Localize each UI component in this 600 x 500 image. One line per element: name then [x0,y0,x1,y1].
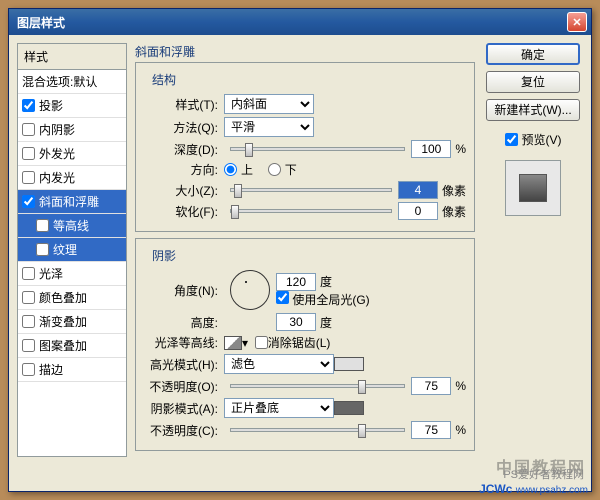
highlight-mode-label: 高光模式(H): [144,356,224,373]
angle-input[interactable] [276,273,316,291]
style-checkbox[interactable] [22,147,35,160]
watermark-sub: PS爱好者教程网 [503,466,584,482]
shadow-opacity-label: 不透明度(C): [144,422,224,439]
size-slider[interactable] [230,188,392,192]
size-label: 大小(Z): [144,182,224,199]
style-item-outerglow[interactable]: 外发光 [18,142,126,166]
gloss-contour-label: 光泽等高线: [144,334,224,351]
technique-select[interactable]: 平滑 [224,117,314,137]
style-checkbox[interactable] [36,219,49,232]
angle-label: 角度(N): [144,282,224,299]
style-select[interactable]: 内斜面 [224,94,314,114]
direction-down-radio[interactable] [268,163,281,176]
shadow-opacity-input[interactable] [411,421,451,439]
blend-options-row[interactable]: 混合选项:默认 [18,70,126,94]
soften-input[interactable] [398,202,438,220]
layer-style-dialog: 图层样式 ✕ 样式 混合选项:默认 投影 内阴影 外发光 内发光 斜面和浮雕 等… [8,8,592,492]
structure-group: 结构 样式(T):内斜面 方法(Q):平滑 深度(D):% 方向:上 下 大小(… [135,62,475,232]
styles-list: 样式 混合选项:默认 投影 内阴影 外发光 内发光 斜面和浮雕 等高线 纹理 光… [17,43,127,457]
highlight-color-swatch[interactable] [334,357,364,371]
size-input[interactable] [398,181,438,199]
altitude-input[interactable] [276,313,316,331]
shading-group: 阴影 角度(N):度 使用全局光(G) 高度:度 光泽等高线:▾ 消除锯齿(L)… [135,238,475,451]
style-checkbox[interactable] [36,243,49,256]
ok-button[interactable]: 确定 [486,43,580,65]
style-label: 样式(T): [144,96,224,113]
style-item-gradientoverlay[interactable]: 渐变叠加 [18,310,126,334]
highlight-mode-select[interactable]: 滤色 [224,354,334,374]
close-button[interactable]: ✕ [567,12,587,32]
style-item-innerglow[interactable]: 内发光 [18,166,126,190]
altitude-label: 高度: [144,314,224,331]
style-checkbox[interactable] [22,291,35,304]
direction-up-radio[interactable] [224,163,237,176]
technique-label: 方法(Q): [144,119,224,136]
titlebar[interactable]: 图层样式 ✕ [9,9,591,35]
style-checkbox[interactable] [22,99,35,112]
style-checkbox[interactable] [22,339,35,352]
watermark-logo: JCWc www.psahz.com [479,482,588,496]
style-checkbox[interactable] [22,195,35,208]
shading-label: 阴影 [152,247,466,264]
window-title: 图层样式 [13,14,567,31]
style-item-coloroverlay[interactable]: 颜色叠加 [18,286,126,310]
style-item-dropshadow[interactable]: 投影 [18,94,126,118]
new-style-button[interactable]: 新建样式(W)... [486,99,580,121]
style-checkbox[interactable] [22,315,35,328]
style-item-bevel[interactable]: 斜面和浮雕 [18,190,126,214]
antialias-checkbox[interactable] [255,336,268,349]
shadow-opacity-slider[interactable] [230,428,405,432]
reset-button[interactable]: 复位 [486,71,580,93]
soften-label: 软化(F): [144,203,224,220]
style-item-patternoverlay[interactable]: 图案叠加 [18,334,126,358]
styles-header[interactable]: 样式 [18,44,126,70]
preview-thumbnail [519,174,547,202]
soften-slider[interactable] [230,209,392,213]
shadow-color-swatch[interactable] [334,401,364,415]
style-checkbox[interactable] [22,171,35,184]
style-item-stroke[interactable]: 描边 [18,358,126,382]
shadow-mode-label: 阴影模式(A): [144,400,224,417]
structure-label: 结构 [152,71,466,88]
global-light-checkbox[interactable] [276,291,289,304]
depth-label: 深度(D): [144,141,224,158]
chevron-down-icon[interactable]: ▾ [242,336,248,350]
shadow-mode-select[interactable]: 正片叠底 [224,398,334,418]
preview-checkbox[interactable] [505,133,518,146]
style-checkbox[interactable] [22,267,35,280]
settings-panel: 斜面和浮雕 结构 样式(T):内斜面 方法(Q):平滑 深度(D):% 方向:上… [135,43,475,457]
depth-slider[interactable] [230,147,405,151]
angle-dial[interactable] [230,270,270,310]
right-panel: 确定 复位 新建样式(W)... 预览(V) [483,43,583,457]
style-item-innershadow[interactable]: 内阴影 [18,118,126,142]
highlight-opacity-input[interactable] [411,377,451,395]
style-item-contour[interactable]: 等高线 [18,214,126,238]
gloss-contour-picker[interactable] [224,336,242,350]
preview-box [505,160,561,216]
highlight-opacity-label: 不透明度(O): [144,378,224,395]
direction-label: 方向: [144,161,224,178]
style-checkbox[interactable] [22,363,35,376]
highlight-opacity-slider[interactable] [230,384,405,388]
style-item-satin[interactable]: 光泽 [18,262,126,286]
bevel-title: 斜面和浮雕 [135,43,475,60]
style-checkbox[interactable] [22,123,35,136]
depth-input[interactable] [411,140,451,158]
style-item-texture[interactable]: 纹理 [18,238,126,262]
